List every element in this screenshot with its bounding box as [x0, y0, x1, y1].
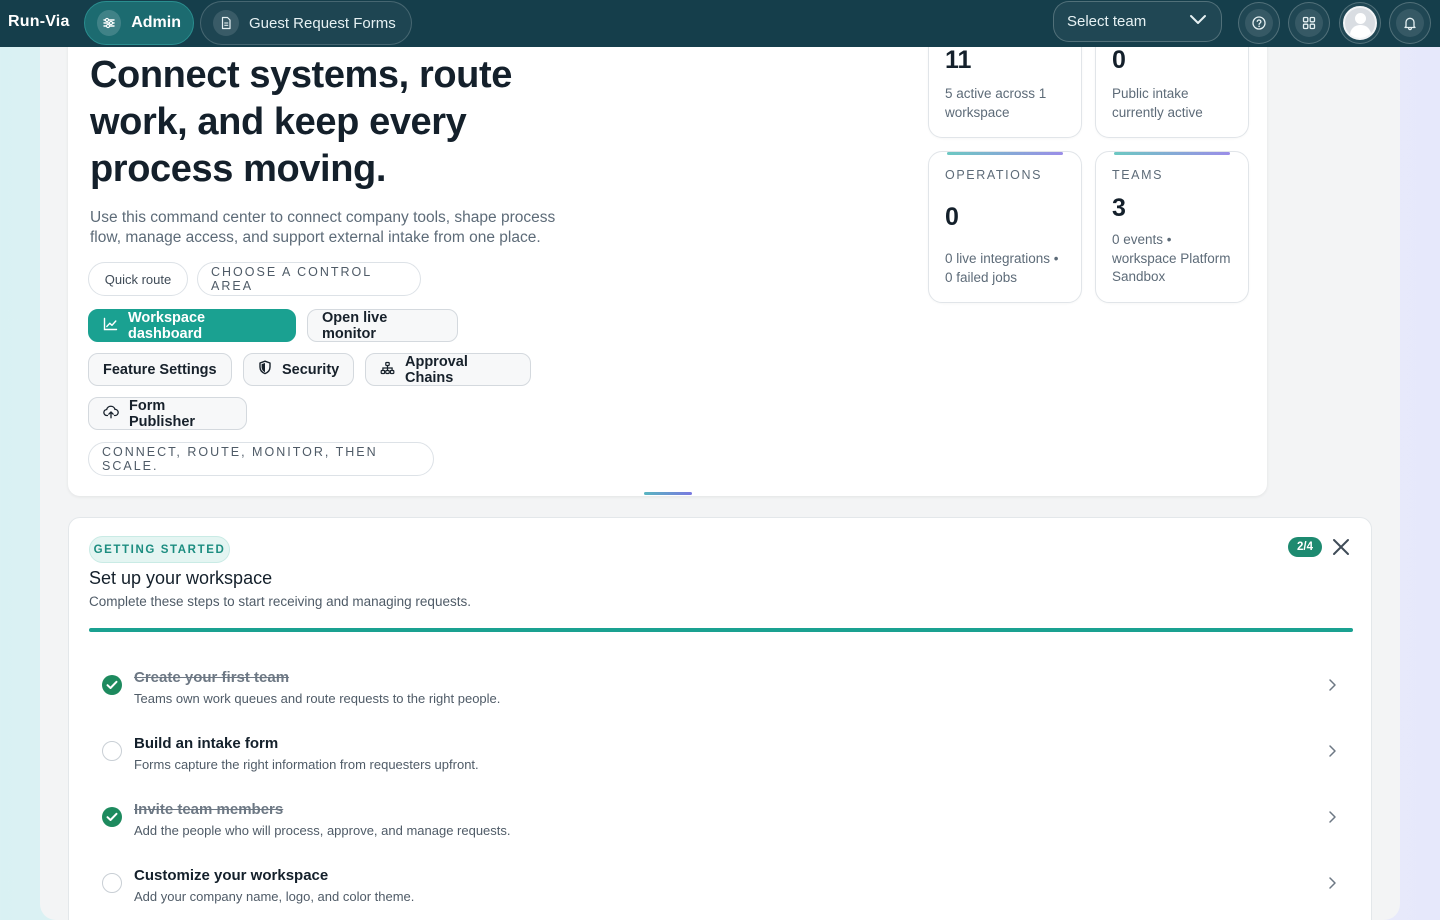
team-select-placeholder: Select team — [1067, 13, 1147, 30]
empty-circle-icon — [102, 873, 122, 893]
step-title: Create your first team — [134, 669, 290, 686]
getting-started-badge: GETTING STARTED — [89, 536, 230, 563]
nav-admin-label: Admin — [131, 14, 181, 31]
stat-label: OPERATIONS — [945, 168, 1043, 182]
chevron-right-icon — [1329, 877, 1336, 889]
stat-desc: Public intake currently active — [1112, 86, 1203, 120]
setup-progress-bar — [89, 628, 1353, 632]
open-live-monitor-button[interactable]: Open live monitor — [307, 309, 458, 342]
team-select[interactable]: Select team — [1053, 1, 1222, 42]
stat-value: 0 — [945, 203, 959, 231]
brand-logo[interactable]: Run-Via — [8, 13, 70, 31]
cloud-upload-icon — [103, 405, 119, 423]
getting-started-subtitle: Complete these steps to start receiving … — [89, 594, 471, 609]
approval-chains-button[interactable]: Approval Chains — [365, 353, 531, 386]
stat-value: 11 — [945, 46, 972, 74]
stat-accent-line — [1114, 152, 1230, 155]
notifications-button[interactable] — [1389, 2, 1431, 44]
step-desc: Add the people who will process, approve… — [134, 823, 511, 838]
feature-settings-label: Feature Settings — [103, 361, 217, 378]
nav-admin-tab[interactable]: Admin — [84, 1, 194, 45]
form-publisher-button[interactable]: Form Publisher — [88, 397, 247, 430]
stat-value: 0 — [1112, 46, 1126, 74]
stat-desc: 5 active across 1 workspace — [945, 86, 1047, 120]
workspace-dashboard-label: Workspace dashboard — [128, 309, 206, 342]
setup-progress-fill — [89, 628, 1353, 632]
line-chart-icon — [103, 317, 118, 335]
security-button[interactable]: Security — [243, 353, 354, 386]
stat-desc: 0 live integrations • 0 failed jobs — [945, 251, 1059, 285]
step-desc: Forms capture the right information from… — [134, 757, 479, 772]
open-live-monitor-label: Open live monitor — [322, 309, 388, 342]
step-title: Invite team members — [134, 801, 284, 818]
chevron-right-icon — [1329, 811, 1336, 823]
step-desc: Teams own work queues and route requests… — [134, 691, 501, 706]
chevron-down-icon — [1189, 13, 1207, 30]
setup-step-invite-members[interactable]: Invite team members Add the people who w… — [89, 790, 1353, 856]
help-button[interactable] — [1238, 2, 1280, 44]
close-icon — [1333, 539, 1349, 555]
close-button[interactable] — [1330, 536, 1352, 558]
check-circle-icon — [102, 807, 122, 827]
grid-icon — [1295, 9, 1323, 37]
document-icon — [213, 10, 239, 36]
hero-accent-bar — [644, 492, 692, 495]
setup-step-build-form[interactable]: Build an intake form Forms capture the r… — [89, 724, 1353, 790]
apps-button[interactable] — [1288, 2, 1330, 44]
sliders-icon — [97, 10, 122, 36]
stat-accent-line — [947, 152, 1063, 155]
chevron-right-icon — [1329, 745, 1336, 757]
security-label: Security — [282, 361, 340, 378]
profile-button[interactable] — [1339, 2, 1381, 44]
form-publisher-label: Form Publisher — [129, 397, 196, 430]
setup-step-customize[interactable]: Customize your workspace Add your compan… — [89, 856, 1353, 920]
hero-title: Connect systems, route work, and keep ev… — [90, 54, 512, 190]
step-title: Customize your workspace — [134, 867, 329, 884]
shield-icon — [258, 360, 272, 379]
stat-card-teams: TEAMS 3 0 events • workspace Platform Sa… — [1095, 151, 1249, 303]
getting-started-title: Set up your workspace — [89, 568, 273, 588]
approval-chains-label: Approval Chains — [405, 353, 468, 386]
hero-subtitle: Use this command center to connect compa… — [90, 209, 556, 246]
stat-label: TEAMS — [1112, 168, 1164, 182]
quick-route-chip: Quick route — [88, 262, 188, 296]
feature-settings-button[interactable]: Feature Settings — [88, 353, 232, 386]
check-circle-icon — [102, 675, 122, 695]
stat-desc: 0 events • workspace Platform Sandbox — [1112, 232, 1231, 284]
workspace-dashboard-button[interactable]: Workspace dashboard — [88, 309, 296, 342]
step-title: Build an intake form — [134, 735, 279, 752]
setup-step-create-team[interactable]: Create your first team Teams own work qu… — [89, 658, 1353, 724]
stat-value: 3 — [1112, 194, 1126, 222]
top-bar: Run-Via Admin Guest Request Forms Select… — [0, 0, 1440, 47]
progress-count-badge: 2/4 — [1288, 537, 1322, 557]
tagline-chip: CONNECT, ROUTE, MONITOR, THEN SCALE. — [88, 442, 434, 476]
getting-started-card: GETTING STARTED Set up your workspace Co… — [68, 517, 1372, 920]
bell-icon — [1396, 9, 1424, 37]
empty-circle-icon — [102, 741, 122, 761]
nav-guest-forms-tab[interactable]: Guest Request Forms — [200, 1, 412, 45]
chevron-right-icon — [1329, 679, 1336, 691]
control-area-chip: CHOOSE A CONTROL AREA — [197, 262, 421, 296]
help-icon — [1245, 9, 1273, 37]
nav-guest-forms-label: Guest Request Forms — [249, 14, 396, 32]
step-desc: Add your company name, logo, and color t… — [134, 889, 415, 904]
hierarchy-icon — [380, 361, 395, 379]
avatar — [1343, 6, 1377, 40]
stat-card-operations: OPERATIONS 0 0 live integrations • 0 fai… — [928, 151, 1082, 303]
